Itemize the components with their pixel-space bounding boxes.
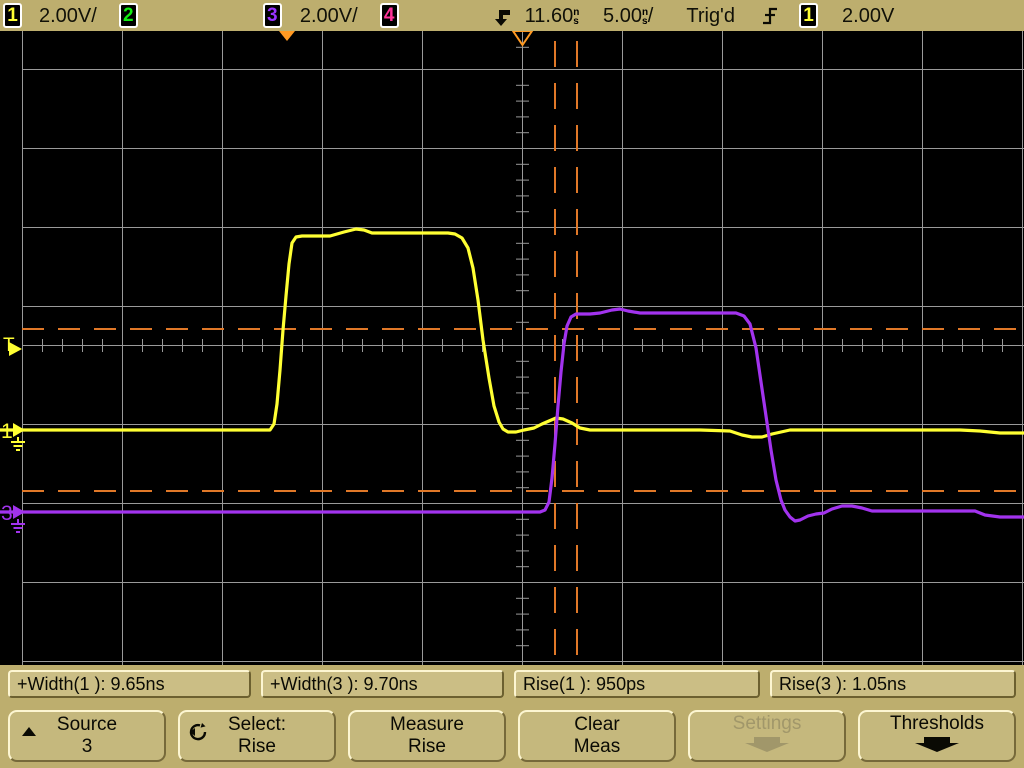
cursors-vertical[interactable] <box>555 41 577 665</box>
measurement-pos-width-ch1[interactable]: +Width(1 ): 9.65ns <box>8 670 251 698</box>
softkey-clear-meas[interactable]: Clear Meas <box>518 710 676 762</box>
top-status-bar: 1 2.00V/ 2 3 2.00V/ 4 11.60 ns ns 5.00 n… <box>0 0 1024 31</box>
softkey-select-line1: Select: <box>228 714 286 736</box>
channel-1-trace <box>0 229 1024 437</box>
trigger-position-arrow-icon <box>491 4 515 28</box>
softkey-source[interactable]: Source 3 <box>8 710 166 762</box>
softkey-thresholds[interactable]: Thresholds <box>858 710 1016 762</box>
delay-unit-label: ns ns <box>573 8 579 26</box>
softkey-select[interactable]: Select: Rise <box>178 710 336 762</box>
softkey-source-line2: 3 <box>82 736 93 758</box>
channel-3-scale-label[interactable]: 2.00V/ <box>300 6 358 26</box>
channel-3-position-marker[interactable]: 3 <box>1 502 25 532</box>
trigger-status-label: Trig'd <box>686 6 735 26</box>
channel-2-badge[interactable]: 2 <box>119 3 138 28</box>
measurement-results-bar: +Width(1 ): 9.65ns +Width(3 ): 9.70ns Ri… <box>0 665 1024 703</box>
down-arrow-icon <box>914 736 960 759</box>
trigger-source-badge[interactable]: 1 <box>799 3 818 28</box>
measurement-pos-width-ch3[interactable]: +Width(3 ): 9.70ns <box>261 670 504 698</box>
channel-1-badge[interactable]: 1 <box>3 3 22 28</box>
channel-1-scale-label[interactable]: 2.00V/ <box>39 6 97 26</box>
waveform-graticule[interactable]: T 1 3 <box>0 31 1024 665</box>
horizontal-delay-value[interactable]: 11.60 <box>525 6 574 26</box>
rising-edge-icon[interactable] <box>761 5 779 27</box>
measurement-rise-ch3[interactable]: Rise(3 ): 1.05ns <box>770 670 1016 698</box>
rotary-entry-icon <box>188 721 210 743</box>
channel-1-position-marker[interactable]: 1 <box>1 420 25 450</box>
channel-3-marker-label: 3 <box>1 502 13 525</box>
softkey-source-line1: Source <box>57 714 117 736</box>
softkey-clear-meas-line1: Clear <box>574 714 619 736</box>
channel-3-badge[interactable]: 3 <box>263 3 282 28</box>
softkey-measure[interactable]: Measure Rise <box>348 710 506 762</box>
softkey-clear-meas-line2: Meas <box>574 736 620 758</box>
waveform-svg: T 1 3 <box>0 31 1024 665</box>
softkey-settings-line1: Settings <box>733 713 802 735</box>
down-arrow-icon-disabled <box>744 736 790 759</box>
channel-3-trace <box>0 309 1024 521</box>
up-triangle-icon <box>18 721 40 743</box>
timebase-value[interactable]: 5.00 <box>603 6 642 26</box>
trigger-level-label[interactable]: 2.00V <box>842 6 894 26</box>
softkey-measure-line2: Rise <box>408 736 446 758</box>
measurement-rise-ch1[interactable]: Rise(1 ): 950ps <box>514 670 760 698</box>
timebase-unit-label: ns <box>642 8 648 26</box>
softkey-measure-line1: Measure <box>390 714 464 736</box>
channel-offset-marker-icon[interactable] <box>279 31 295 41</box>
channel-4-badge[interactable]: 4 <box>380 3 399 28</box>
softkey-bar: Source 3 Select: Rise Measure Rise Clear… <box>0 703 1024 768</box>
softkey-thresholds-line1: Thresholds <box>890 713 984 735</box>
oscilloscope-screen: 1 2.00V/ 2 3 2.00V/ 4 11.60 ns ns 5.00 n… <box>0 0 1024 768</box>
timebase-slash: / <box>648 6 654 26</box>
softkey-select-line2: Rise <box>238 736 276 758</box>
channel-1-marker-label: 1 <box>1 420 13 443</box>
softkey-settings: Settings <box>688 710 846 762</box>
center-vertical-axis <box>516 31 529 665</box>
trigger-level-marker[interactable]: T <box>3 335 22 356</box>
